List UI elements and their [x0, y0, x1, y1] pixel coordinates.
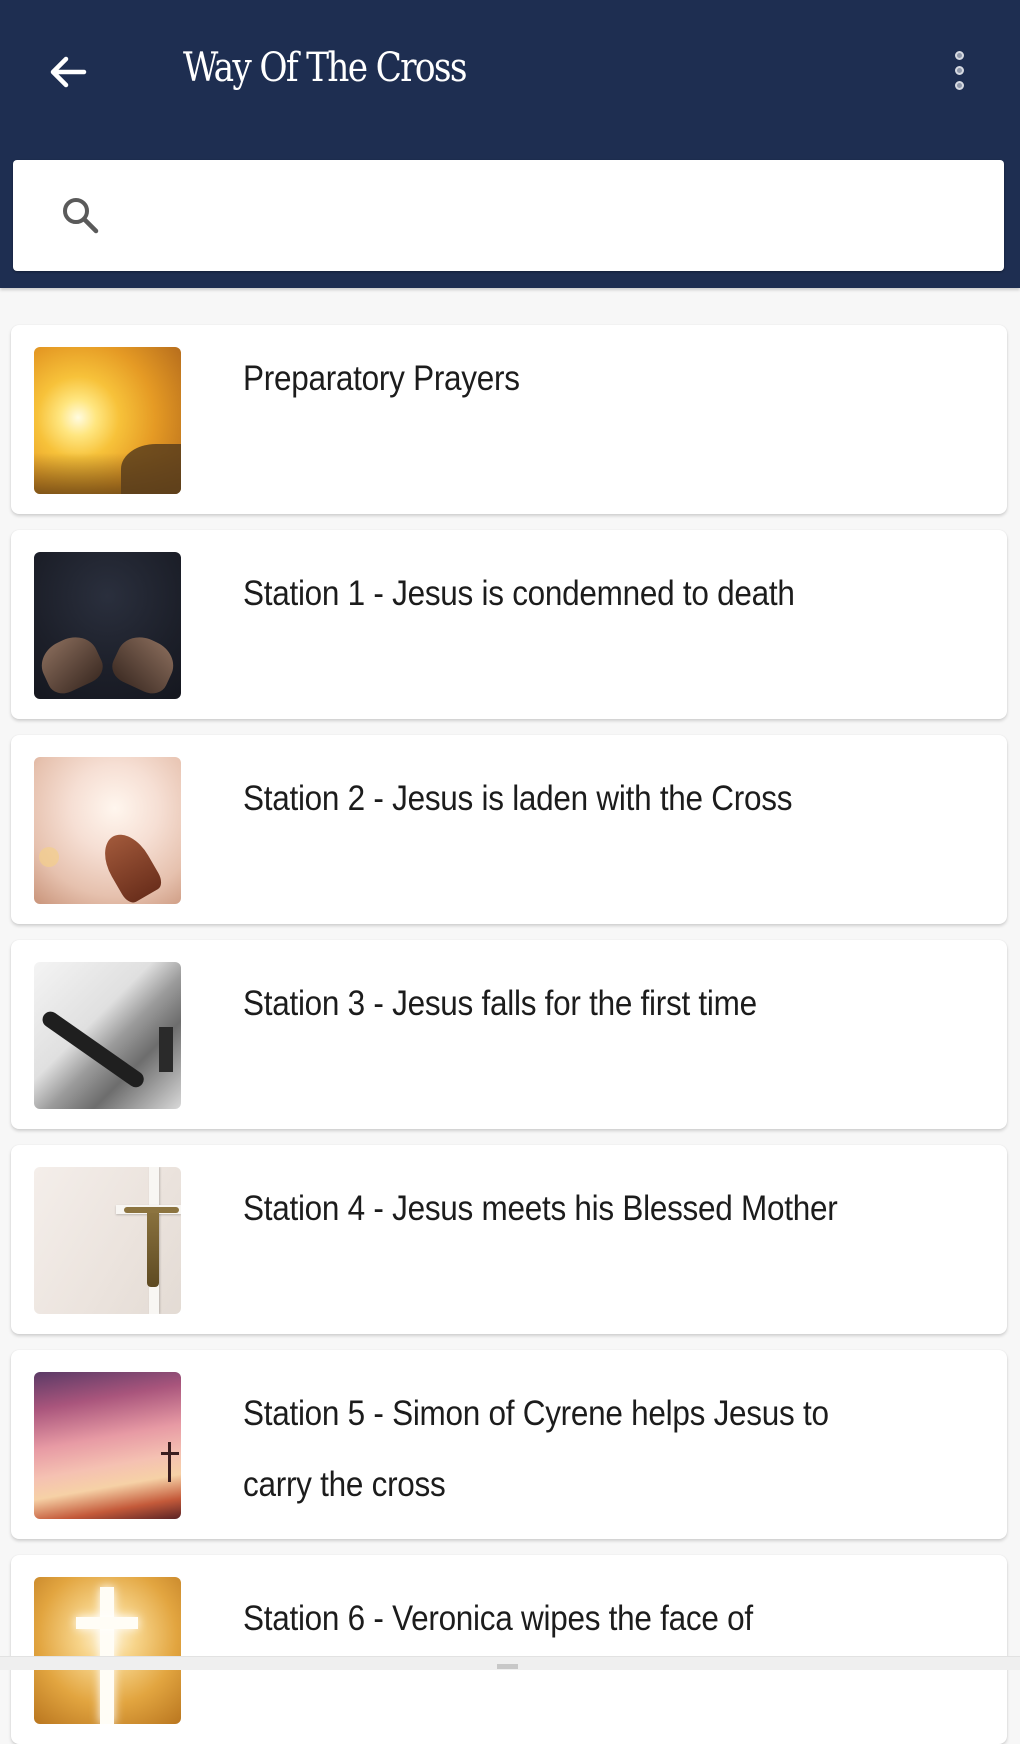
list-item[interactable]: Preparatory Prayers	[11, 325, 1007, 514]
overflow-menu-button[interactable]	[935, 40, 983, 100]
list-item[interactable]: Station 6 - Veronica wipes the face of	[11, 1555, 1007, 1744]
arrow-back-icon	[50, 56, 87, 88]
hand-in-light-image	[34, 757, 181, 904]
list-item-label: Station 3 - Jesus falls for the first ti…	[243, 984, 757, 1023]
sunset-praying-figure-image	[34, 347, 181, 494]
rosary-on-bible-image	[34, 962, 181, 1109]
crucifix-on-wall-image	[34, 1167, 181, 1314]
list-item-label: Station 4 - Jesus meets his Blessed Moth…	[243, 1189, 838, 1228]
hands-raised-dark-image	[34, 552, 181, 699]
list-item-label: Station 1 - Jesus is condemned to death	[243, 574, 795, 613]
list-item-label: Station 5 - Simon of Cyrene helps Jesus …	[243, 1394, 829, 1504]
list-item[interactable]: Station 3 - Jesus falls for the first ti…	[11, 940, 1007, 1129]
list-item-label: Station 2 - Jesus is laden with the Cros…	[243, 779, 793, 818]
pink-sky-crosses-image	[34, 1372, 181, 1519]
more-vertical-icon	[954, 50, 964, 60]
more-vertical-icon-dot	[954, 65, 964, 75]
drag-handle[interactable]	[497, 1664, 518, 1669]
glowing-cross-image	[34, 1577, 181, 1724]
list-item[interactable]: Station 2 - Jesus is laden with the Cros…	[11, 735, 1007, 924]
page-title: Way Of The Cross	[183, 45, 467, 91]
list-item-label: Preparatory Prayers	[243, 359, 520, 398]
search-icon	[63, 198, 99, 234]
search-bar[interactable]	[13, 160, 1004, 273]
back-button[interactable]	[36, 40, 100, 104]
list-item-label: Station 6 - Veronica wipes the face of	[243, 1599, 753, 1638]
list-item[interactable]: Station 5 - Simon of Cyrene helps Jesus …	[11, 1350, 1007, 1539]
list-item[interactable]: Station 1 - Jesus is condemned to death	[11, 530, 1007, 719]
search-input[interactable]	[133, 160, 987, 273]
more-vertical-icon-dot	[954, 80, 964, 90]
list-item[interactable]: Station 4 - Jesus meets his Blessed Moth…	[11, 1145, 1007, 1334]
